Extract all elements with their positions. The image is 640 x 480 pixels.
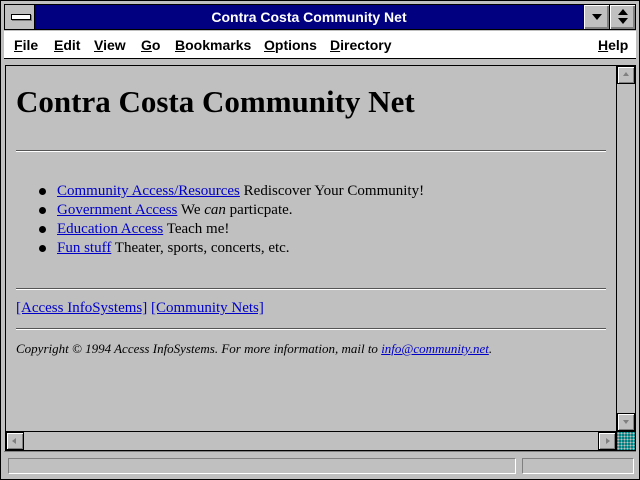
list-item-text: We bbox=[177, 202, 205, 218]
list-item: Education Access Teach me! bbox=[36, 220, 424, 239]
restore-icon bbox=[618, 9, 628, 15]
menu-bar: File Edit View Go Bookmarks Options Dire… bbox=[4, 31, 636, 59]
menu-directory[interactable]: Directory bbox=[330, 37, 391, 53]
scroll-left-button[interactable] bbox=[6, 432, 24, 450]
list-item-text-end: particpate. bbox=[225, 202, 293, 218]
scroll-up-button[interactable] bbox=[617, 66, 635, 84]
link-education-access[interactable]: Education Access bbox=[57, 221, 163, 237]
link-fun-stuff[interactable]: Fun stuff bbox=[57, 240, 111, 256]
scroll-right-icon bbox=[606, 438, 610, 444]
bullet-icon bbox=[39, 188, 46, 195]
link-community-access[interactable]: Community Access/Resources bbox=[57, 183, 240, 199]
list-item: Community Access/Resources Rediscover Yo… bbox=[36, 182, 424, 201]
vertical-scrollbar[interactable] bbox=[616, 65, 636, 432]
copyright-footer: Copyright © 1994 Access InfoSystems. For… bbox=[16, 341, 492, 357]
link-government-access[interactable]: Government Access bbox=[57, 202, 177, 218]
link-access-infosystems[interactable]: [Access InfoSystems] bbox=[16, 300, 147, 316]
list-item-text: Rediscover Your Community! bbox=[239, 183, 425, 199]
divider bbox=[16, 150, 606, 152]
divider bbox=[16, 328, 606, 330]
window-title: Contra Costa Community Net bbox=[211, 9, 407, 25]
bullet-icon bbox=[39, 226, 46, 233]
size-grip[interactable] bbox=[616, 431, 636, 451]
menu-help[interactable]: Help bbox=[598, 37, 628, 53]
system-menu-icon[interactable] bbox=[5, 5, 35, 29]
page-heading: Contra Costa Community Net bbox=[16, 84, 415, 119]
list-item-text: Teach me! bbox=[163, 221, 230, 237]
footer-text: Copyright © 1994 Access InfoSystems. For… bbox=[16, 341, 382, 356]
list-item: Government Access We can particpate. bbox=[36, 201, 424, 220]
menu-edit[interactable]: Edit bbox=[54, 37, 80, 53]
browser-window: Contra Costa Community Net File Edit Vie… bbox=[0, 0, 640, 480]
menu-options[interactable]: Options bbox=[264, 37, 317, 53]
nav-links: [Access InfoSystems] [Community Nets] bbox=[16, 300, 264, 317]
footer-end: . bbox=[488, 341, 493, 356]
minimize-button[interactable] bbox=[583, 5, 609, 29]
restore-button[interactable] bbox=[609, 5, 635, 29]
list-item: Fun stuff Theater, sports, concerts, etc… bbox=[36, 239, 424, 258]
divider bbox=[16, 288, 606, 290]
title-bar[interactable]: Contra Costa Community Net bbox=[4, 4, 636, 30]
menu-view[interactable]: View bbox=[94, 37, 126, 53]
list-item-text: Theater, sports, concerts, etc. bbox=[111, 240, 290, 256]
scroll-left-icon bbox=[12, 438, 16, 444]
resource-list: Community Access/Resources Rediscover Yo… bbox=[36, 182, 424, 258]
scroll-right-button[interactable] bbox=[598, 432, 616, 450]
bullet-icon bbox=[39, 245, 46, 252]
progress-indicator bbox=[522, 458, 634, 474]
status-text bbox=[8, 458, 516, 474]
link-community-nets[interactable]: [Community Nets] bbox=[151, 300, 264, 316]
scroll-up-icon bbox=[623, 72, 629, 76]
status-bar bbox=[4, 451, 636, 477]
menu-file[interactable]: File bbox=[14, 37, 38, 53]
email-link[interactable]: info@community.net bbox=[381, 341, 489, 356]
bullet-icon bbox=[39, 207, 46, 214]
document-view: Contra Costa Community Net Community Acc… bbox=[5, 65, 617, 432]
menu-bookmarks[interactable]: Bookmarks bbox=[175, 37, 251, 53]
menu-go[interactable]: Go bbox=[141, 37, 160, 53]
scroll-down-button[interactable] bbox=[617, 413, 635, 431]
restore-icon-lower bbox=[618, 18, 628, 24]
minimize-icon bbox=[592, 14, 602, 20]
list-item-emphasis: can bbox=[204, 202, 226, 218]
scroll-down-icon bbox=[623, 420, 629, 424]
horizontal-scrollbar[interactable] bbox=[5, 431, 617, 451]
